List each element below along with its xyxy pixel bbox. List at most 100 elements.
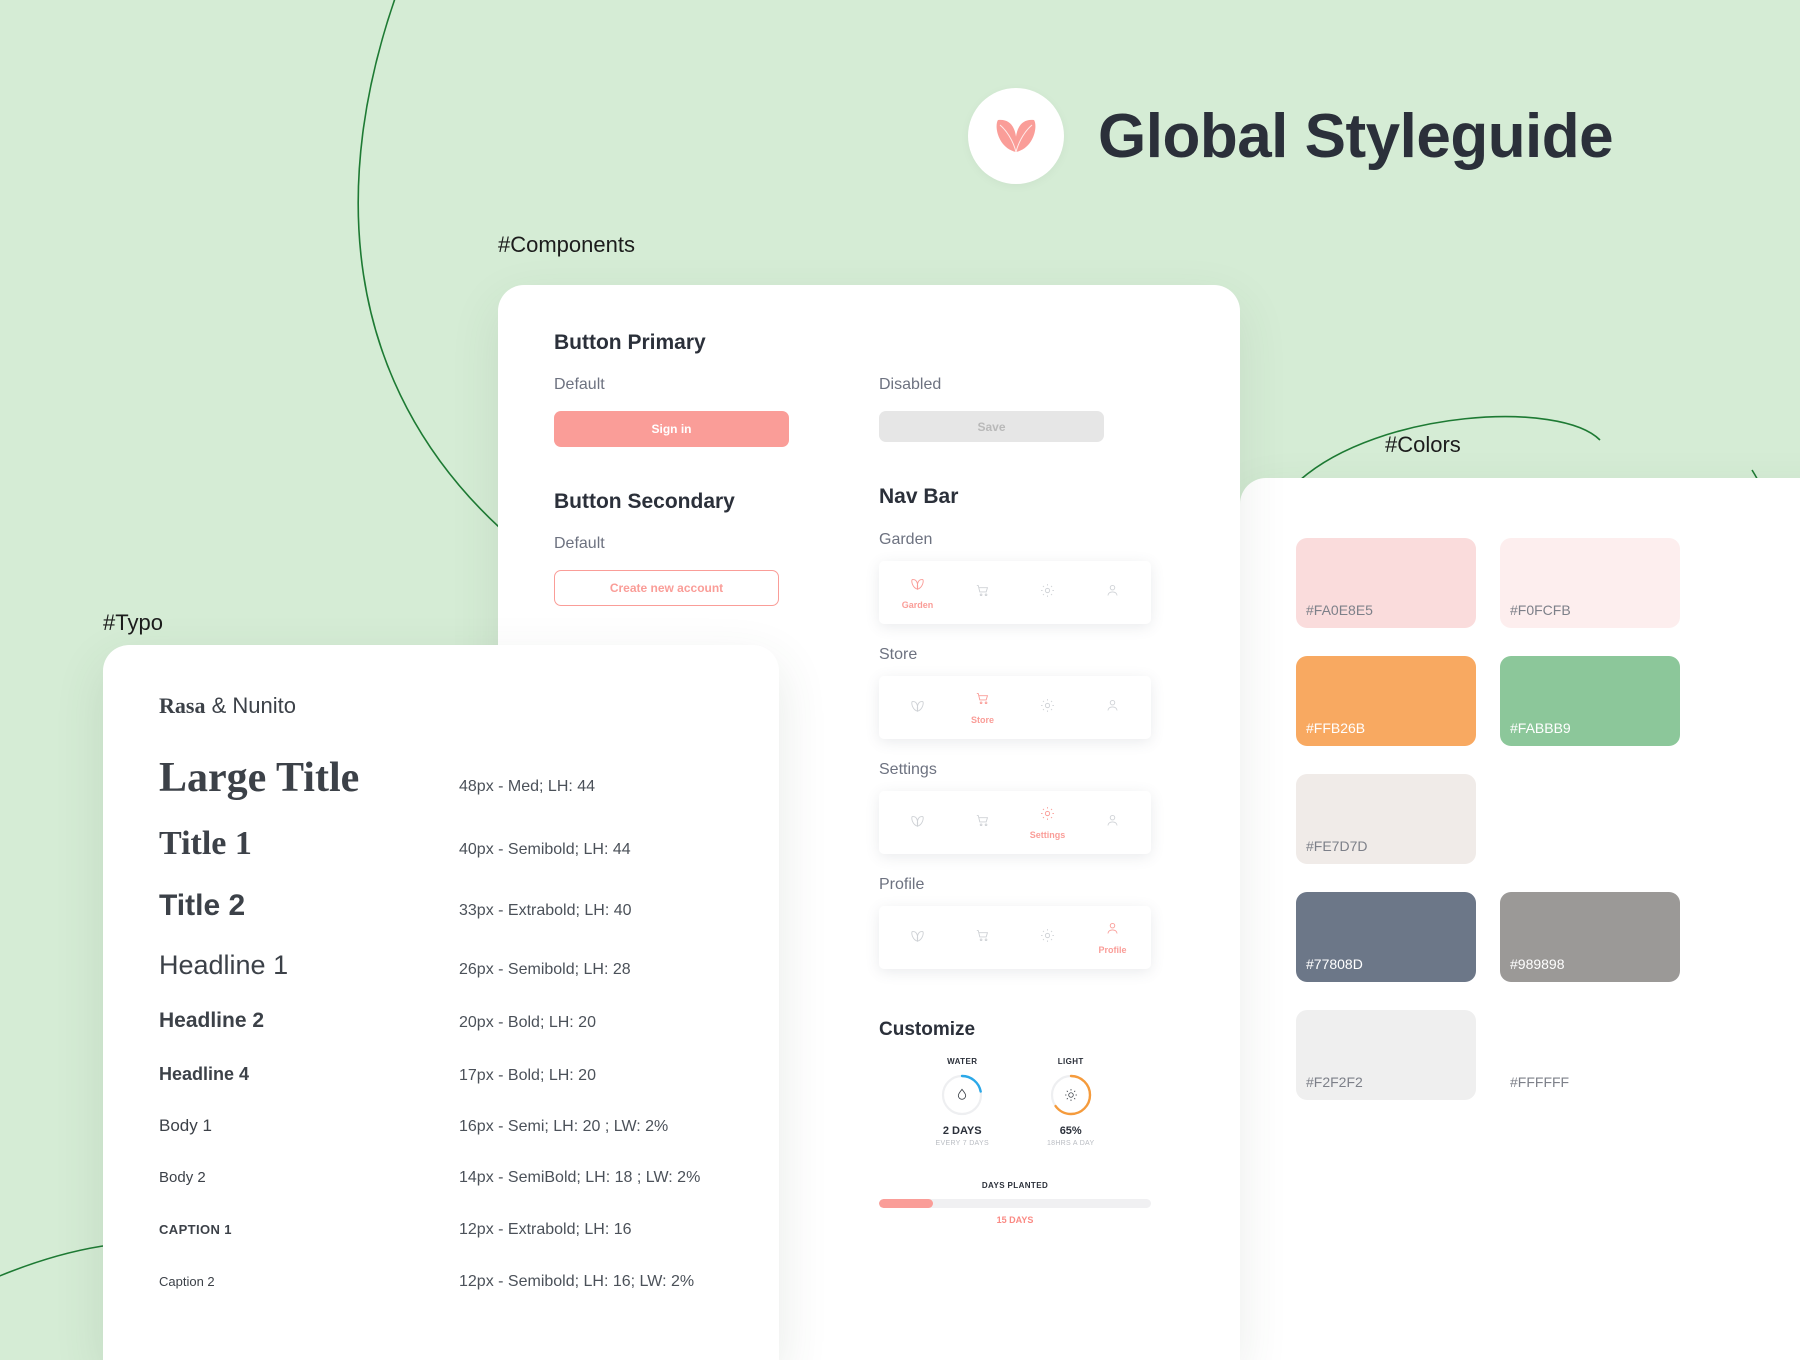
sign-in-button[interactable]: Sign in (554, 411, 789, 447)
button-primary-default-label: Default (554, 376, 605, 393)
sun-icon (1049, 1073, 1093, 1117)
typography-spec: 14px - SemiBold; LH: 18 ; LW: 2% (459, 1169, 701, 1186)
nav-item-user[interactable] (1085, 812, 1141, 834)
nav-item-user[interactable] (1085, 582, 1141, 604)
font-sans-name: Nunito (232, 693, 296, 718)
nav-item-gear[interactable]: Settings (1020, 805, 1076, 840)
create-new-account-button[interactable]: Create new account (554, 570, 779, 606)
page-title: Global Styleguide (1098, 101, 1614, 171)
customize-dial[interactable]: LIGHT 65% 18HRS A DAY (1047, 1057, 1095, 1147)
typography-rows: Large Title 48px - Med; LH: 44 Title 1 40px… (159, 749, 723, 1303)
nav-item-leaf[interactable] (890, 812, 946, 834)
typography-spec: 12px - Extrabold; LH: 16 (459, 1221, 632, 1238)
typography-sample: Title 1 (159, 825, 252, 862)
typography-row: Headline 4 17px - Bold; LH: 20 (159, 1053, 723, 1095)
nav-item-gear[interactable] (1020, 582, 1076, 604)
color-swatch: #FA0E8E5 (1296, 538, 1476, 628)
typography-sample: Headline 2 (159, 1009, 265, 1032)
cart-icon (974, 812, 991, 834)
typography-spec: 12px - Semibold; LH: 16; LW: 2% (459, 1273, 695, 1290)
color-swatch-label: #77808D (1306, 956, 1363, 972)
tag-colors: #Colors (1385, 432, 1461, 457)
typography-row: Caption 2 12px - Semibold; LH: 16; LW: 2% (159, 1261, 723, 1303)
nav-bar-states: Garden Garden Store Store Settings Settings Pr… (879, 531, 1151, 969)
nav-item-cart[interactable] (955, 927, 1011, 949)
nav-item-leaf[interactable] (890, 927, 946, 949)
customize-dial[interactable]: WATER 2 DAYS EVERY 7 DAYS (936, 1057, 989, 1147)
days-planted-value: 15 DAYS (996, 1215, 1034, 1225)
font-serif-name: Rasa (159, 693, 206, 718)
days-planted-progress-fill (879, 1199, 934, 1208)
components-right-column: . Disabled Save Nav Bar GardenGardenStor… (879, 331, 1151, 969)
color-swatch-label: #989898 (1510, 956, 1565, 972)
dial-subtext: 18HRS A DAY (1046, 1140, 1095, 1147)
color-swatch-label: #FFB26B (1306, 720, 1366, 736)
nav-item-label: Profile (1098, 945, 1127, 955)
brand-logo (968, 88, 1064, 184)
gear-icon (1039, 927, 1056, 949)
brand-header: Global Styleguide (968, 88, 1614, 184)
typography-spec: 20px - Bold; LH: 20 (459, 1014, 596, 1031)
customize-column: Customize WATER 2 DAYS EVERY 7 DAYS LIGHT 65… (879, 1019, 1151, 1225)
user-icon (1104, 697, 1121, 719)
nav-state-label: Settings (879, 761, 937, 778)
tag-components: #Components (498, 232, 635, 257)
user-icon (1104, 920, 1121, 942)
button-primary-title: Button Primary (554, 331, 706, 354)
typography-spec: 17px - Bold; LH: 20 (459, 1067, 596, 1084)
dial-caption: LIGHT (1057, 1057, 1084, 1066)
nav-state-label: Garden (879, 531, 933, 548)
gear-icon (1039, 697, 1056, 719)
typography-row: Headline 1 26px - Semibold; LH: 28 (159, 941, 723, 989)
typography-spec: 26px - Semibold; LH: 28 (459, 961, 631, 978)
color-swatch: #FE7D7D (1296, 774, 1476, 864)
water-drop-icon (940, 1073, 984, 1117)
user-icon (1104, 812, 1121, 834)
nav-item-label: Garden (901, 600, 934, 610)
dial-value: 2 DAYS (942, 1125, 982, 1137)
typography-spec: 16px - Semi; LH: 20 ; LW: 2% (459, 1118, 669, 1135)
color-swatch: #77808D (1296, 892, 1476, 982)
color-swatch: #FFB26B (1296, 656, 1476, 746)
font-amp: & (205, 693, 233, 718)
dial-value: 65% (1059, 1125, 1082, 1137)
typography-row: Title 2 33px - Extrabold; LH: 40 (159, 881, 723, 931)
typography-row: CAPTION 1 12px - Extrabold; LH: 16 (159, 1209, 723, 1251)
tag-typo: #Typo (103, 610, 163, 635)
typography-spec: 48px - Med; LH: 44 (459, 778, 596, 795)
cart-icon (974, 582, 991, 604)
nav-item-cart[interactable] (955, 812, 1011, 834)
nav-item-gear[interactable] (1020, 697, 1076, 719)
nav-item-user[interactable]: Profile (1085, 920, 1141, 955)
gear-icon (1039, 582, 1056, 604)
color-swatch-label: #F2F2F2 (1306, 1074, 1363, 1090)
nav-bar: Profile (879, 906, 1151, 969)
typography-sample: Large Title (159, 755, 360, 801)
nav-item-leaf[interactable] (890, 697, 946, 719)
nav-item-cart[interactable] (955, 582, 1011, 604)
typography-sample: Body 1 (159, 1116, 212, 1135)
typography-sample: CAPTION 1 (159, 1222, 232, 1237)
button-secondary-title: Button Secondary (554, 490, 735, 513)
nav-bar: Store (879, 676, 1151, 739)
nav-item-gear[interactable] (1020, 927, 1076, 949)
days-planted-progressbar (879, 1199, 1151, 1208)
nav-item-user[interactable] (1085, 697, 1141, 719)
typography-row: Body 2 14px - SemiBold; LH: 18 ; LW: 2% (159, 1157, 723, 1199)
color-swatch-label: #FABBB9 (1510, 720, 1571, 736)
color-swatch: #FFFFFF (1500, 1010, 1680, 1100)
leaf-icon (909, 927, 926, 949)
typography-sample: Headline 1 (159, 950, 289, 980)
typography-sample: Title 2 (159, 889, 246, 922)
nav-item-cart[interactable]: Store (955, 690, 1011, 725)
dial-ring (1049, 1073, 1093, 1117)
leaf-icon (909, 812, 926, 834)
nav-bar: Settings (879, 791, 1151, 854)
gear-icon (1039, 805, 1056, 827)
typography-row: Body 1 16px - Semi; LH: 20 ; LW: 2% (159, 1105, 723, 1147)
cart-icon (974, 927, 991, 949)
color-swatch-label: #F0FCFB (1510, 602, 1571, 618)
save-button-disabled: Save (879, 411, 1104, 442)
nav-item-leaf[interactable]: Garden (890, 575, 946, 610)
user-icon (1104, 582, 1121, 604)
